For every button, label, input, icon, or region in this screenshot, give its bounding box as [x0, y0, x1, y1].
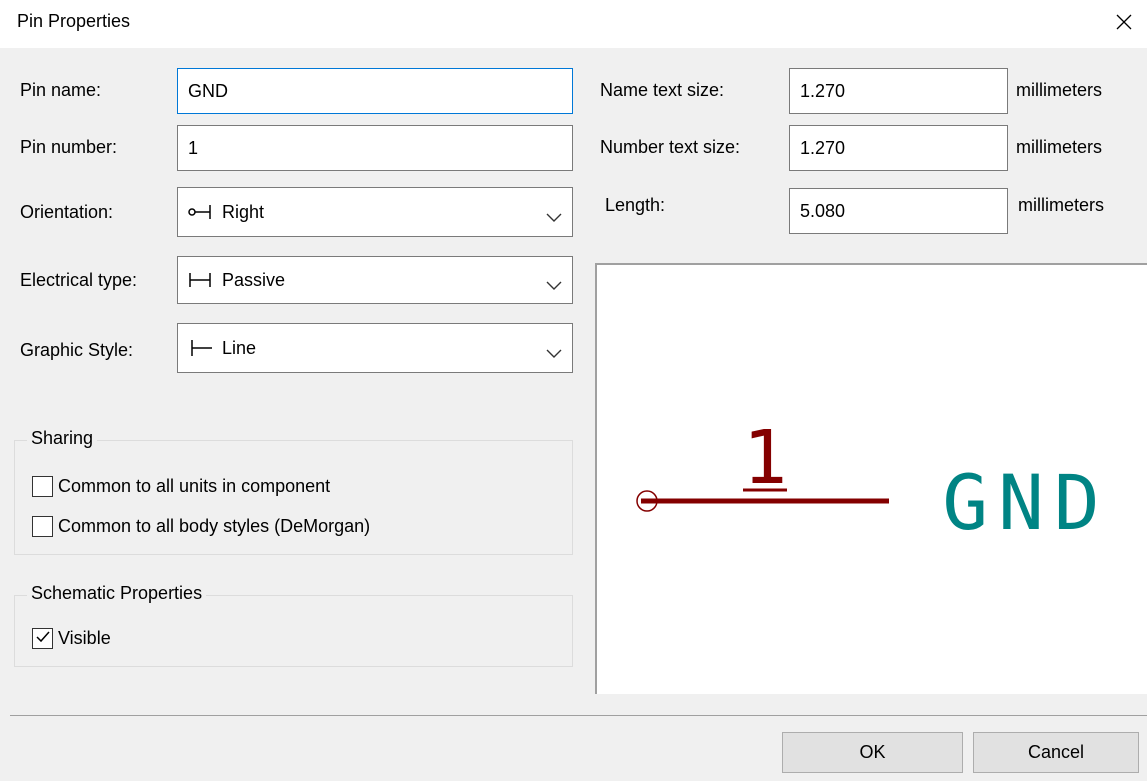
common-body-styles-checkbox[interactable]: Common to all body styles (DeMorgan): [32, 516, 370, 537]
number-text-size-label: Number text size:: [600, 137, 741, 157]
orientation-select[interactable]: Right: [177, 187, 573, 237]
checkmark-icon: [35, 628, 51, 649]
length-unit: millimeters: [1018, 195, 1105, 215]
common-body-label: Common to all body styles (DeMorgan): [58, 516, 371, 536]
length-label: Length:: [605, 195, 666, 215]
visible-checkbox[interactable]: Visible: [32, 628, 111, 649]
common-units-label: Common to all units in component: [58, 476, 331, 496]
checkbox-box[interactable]: [32, 476, 53, 497]
name-text-size-value: 1.270: [800, 80, 846, 101]
close-icon: [1115, 13, 1133, 36]
sharing-group: [14, 440, 573, 555]
electrical-type-value: Passive: [222, 269, 286, 290]
ok-label: OK: [859, 742, 886, 762]
close-button[interactable]: [1101, 0, 1147, 48]
preview-pin-name: GND: [942, 458, 1109, 547]
name-text-size-label: Name text size:: [600, 80, 725, 100]
electrical-type-label: Electrical type:: [20, 270, 138, 290]
pin-number-input[interactable]: 1: [177, 125, 573, 171]
chevron-down-icon: [546, 343, 562, 358]
name-text-size-input[interactable]: 1.270: [789, 68, 1008, 114]
checkbox-box[interactable]: [32, 628, 53, 649]
pin-name-label: Pin name:: [20, 80, 102, 100]
schematic-properties-title: Schematic Properties: [27, 583, 207, 604]
button-separator: [10, 715, 1147, 716]
pin-number-label: Pin number:: [20, 137, 118, 157]
graphic-style-value: Line: [222, 337, 257, 358]
pin-preview-canvas: 1 GND: [595, 263, 1147, 694]
ok-button[interactable]: OK: [782, 732, 963, 773]
name-text-size-unit: millimeters: [1016, 80, 1103, 100]
length-input[interactable]: 5.080: [789, 188, 1008, 234]
chevron-down-icon: [546, 207, 562, 222]
title-bar: Pin Properties: [0, 0, 1147, 48]
number-text-size-unit: millimeters: [1016, 137, 1103, 157]
electrical-type-select[interactable]: Passive: [177, 256, 573, 304]
number-text-size-input[interactable]: 1.270: [789, 125, 1008, 171]
pin-right-icon: [188, 200, 222, 224]
sharing-title: Sharing: [27, 428, 98, 449]
length-value: 5.080: [800, 200, 846, 221]
orientation-value: Right: [222, 201, 265, 222]
number-text-size-value: 1.270: [800, 137, 846, 158]
cancel-label: Cancel: [1027, 742, 1085, 762]
pin-name-value: GND: [188, 80, 228, 101]
pin-preview-svg: 1 GND: [636, 415, 1109, 547]
orientation-label: Orientation:: [20, 202, 114, 222]
line-style-icon: [188, 336, 222, 360]
dialog-title: Pin Properties: [17, 11, 131, 31]
preview-pin-number: 1: [743, 415, 788, 501]
pin-number-value: 1: [188, 137, 199, 158]
graphic-style-select[interactable]: Line: [177, 323, 573, 373]
chevron-down-icon: [546, 275, 562, 290]
visible-label: Visible: [58, 628, 111, 648]
pin-properties-dialog: Pin Properties Pin name: GND Pin number:…: [0, 0, 1147, 781]
pin-name-input[interactable]: GND: [177, 68, 573, 114]
graphic-style-label: Graphic Style:: [20, 340, 134, 360]
passive-icon: [188, 268, 222, 292]
common-units-checkbox[interactable]: Common to all units in component: [32, 476, 330, 497]
checkbox-box[interactable]: [32, 516, 53, 537]
cancel-button[interactable]: Cancel: [973, 732, 1139, 773]
